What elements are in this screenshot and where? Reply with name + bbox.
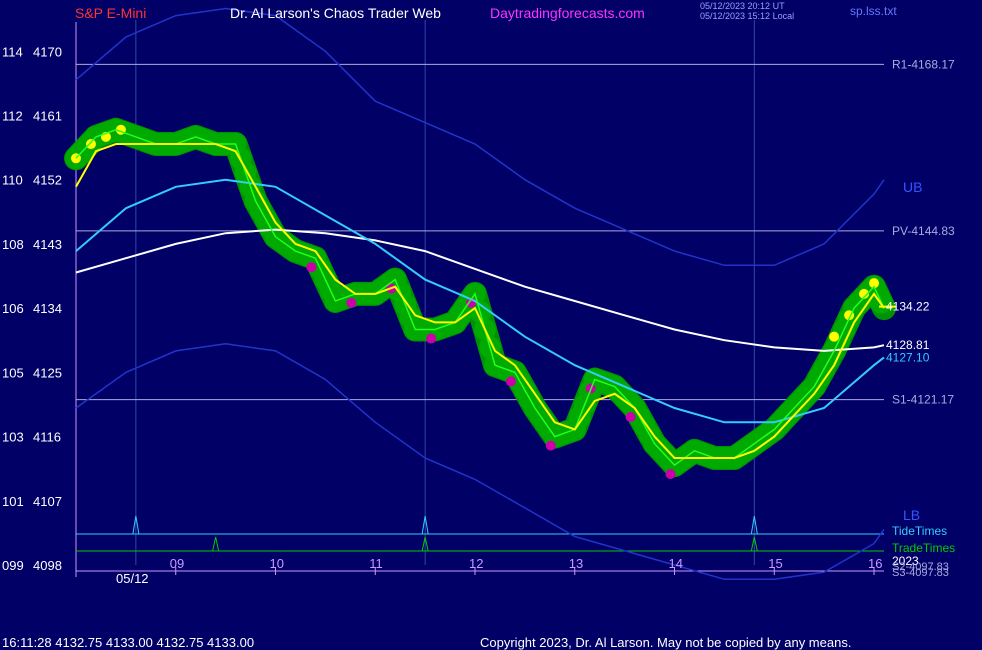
right-axis-label: S3-4097.83 (892, 567, 949, 579)
y-tick-label-right: 4116 (33, 430, 61, 445)
signal-dot-yellow (829, 331, 840, 342)
y-tick-label-left: 106 (2, 301, 24, 316)
signal-dot-magenta (505, 376, 516, 387)
right-axis-label: TideTimes (892, 524, 947, 538)
y-tick-label-right: 4143 (33, 237, 62, 252)
local-timestamp: 05/12/2023 15:12 Local (700, 11, 795, 21)
date-label: 05/12 (116, 571, 149, 586)
value-label: 4134.22 (886, 300, 930, 314)
ut-timestamp: 05/12/2023 20:12 UT (700, 1, 785, 11)
signal-dot-yellow (85, 139, 96, 150)
y-tick-label-right: 4152 (33, 173, 62, 188)
copyright-notice: Copyright 2023, Dr. Al Larson. May not b… (480, 635, 852, 650)
signal-dot-magenta (625, 412, 636, 423)
x-tick-label: 10 (270, 556, 284, 571)
y-tick-label-right: 4161 (33, 108, 62, 123)
trade-time-spike (212, 536, 220, 552)
x-tick-label: 12 (469, 556, 483, 571)
quote-readout: 16:11:28 4132.75 4133.00 4132.75 4133.00 (2, 635, 255, 650)
y-tick-label-right: 4134 (33, 301, 62, 316)
y-tick-label-left: 099 (2, 558, 24, 573)
signal-dot-magenta (426, 333, 437, 344)
y-tick-label-left: 101 (2, 494, 24, 509)
pivot-level-label: PV-4144.83 (892, 224, 955, 238)
x-tick-label: 11 (369, 556, 383, 571)
right-axis-label: UB (903, 179, 922, 195)
symbol-label: S&P E-Mini (75, 5, 147, 21)
y-tick-label-right: 4125 (33, 365, 62, 380)
signal-dot-magenta (545, 440, 556, 451)
signal-dot-magenta (306, 262, 317, 273)
signal-dot-magenta (665, 469, 676, 480)
pivot-level-label: R1-4168.17 (892, 57, 955, 71)
y-tick-label-left: 110 (2, 173, 23, 188)
website-link[interactable]: Daytradingforecasts.com (490, 5, 645, 21)
data-file-label: sp.lss.txt (850, 4, 897, 18)
value-label: 4127.10 (886, 350, 930, 364)
y-tick-label-right: 4107 (33, 494, 62, 509)
right-axis-label: LB (903, 507, 920, 523)
signal-dot-magenta (346, 297, 357, 308)
lower-band-line (75, 343, 885, 581)
x-tick-label: 13 (569, 556, 583, 571)
chart-canvas: R1-4168.17 PV-4144.83 S1-4121.17 114 4170 112… (2, 7, 955, 586)
y-tick-label-left: 103 (2, 430, 24, 445)
right-axis-label: TradeTimes (892, 541, 955, 555)
y-tick-label-right: 4170 (33, 44, 62, 59)
x-tick-label: 15 (768, 556, 782, 571)
chart-title: Dr. Al Larson's Chaos Trader Web (230, 5, 441, 21)
y-tick-label-left: 108 (2, 237, 24, 252)
x-tick-label: 09 (170, 556, 184, 571)
x-tick-label: 14 (669, 556, 683, 571)
x-tick-label: 16 (868, 556, 882, 571)
y-tick-label-right: 4098 (33, 558, 62, 573)
y-tick-label-left: 114 (2, 44, 23, 59)
y-tick-label-left: 112 (2, 108, 23, 123)
pivot-level-label: S1-4121.17 (892, 393, 954, 407)
y-tick-label-left: 105 (2, 365, 24, 380)
